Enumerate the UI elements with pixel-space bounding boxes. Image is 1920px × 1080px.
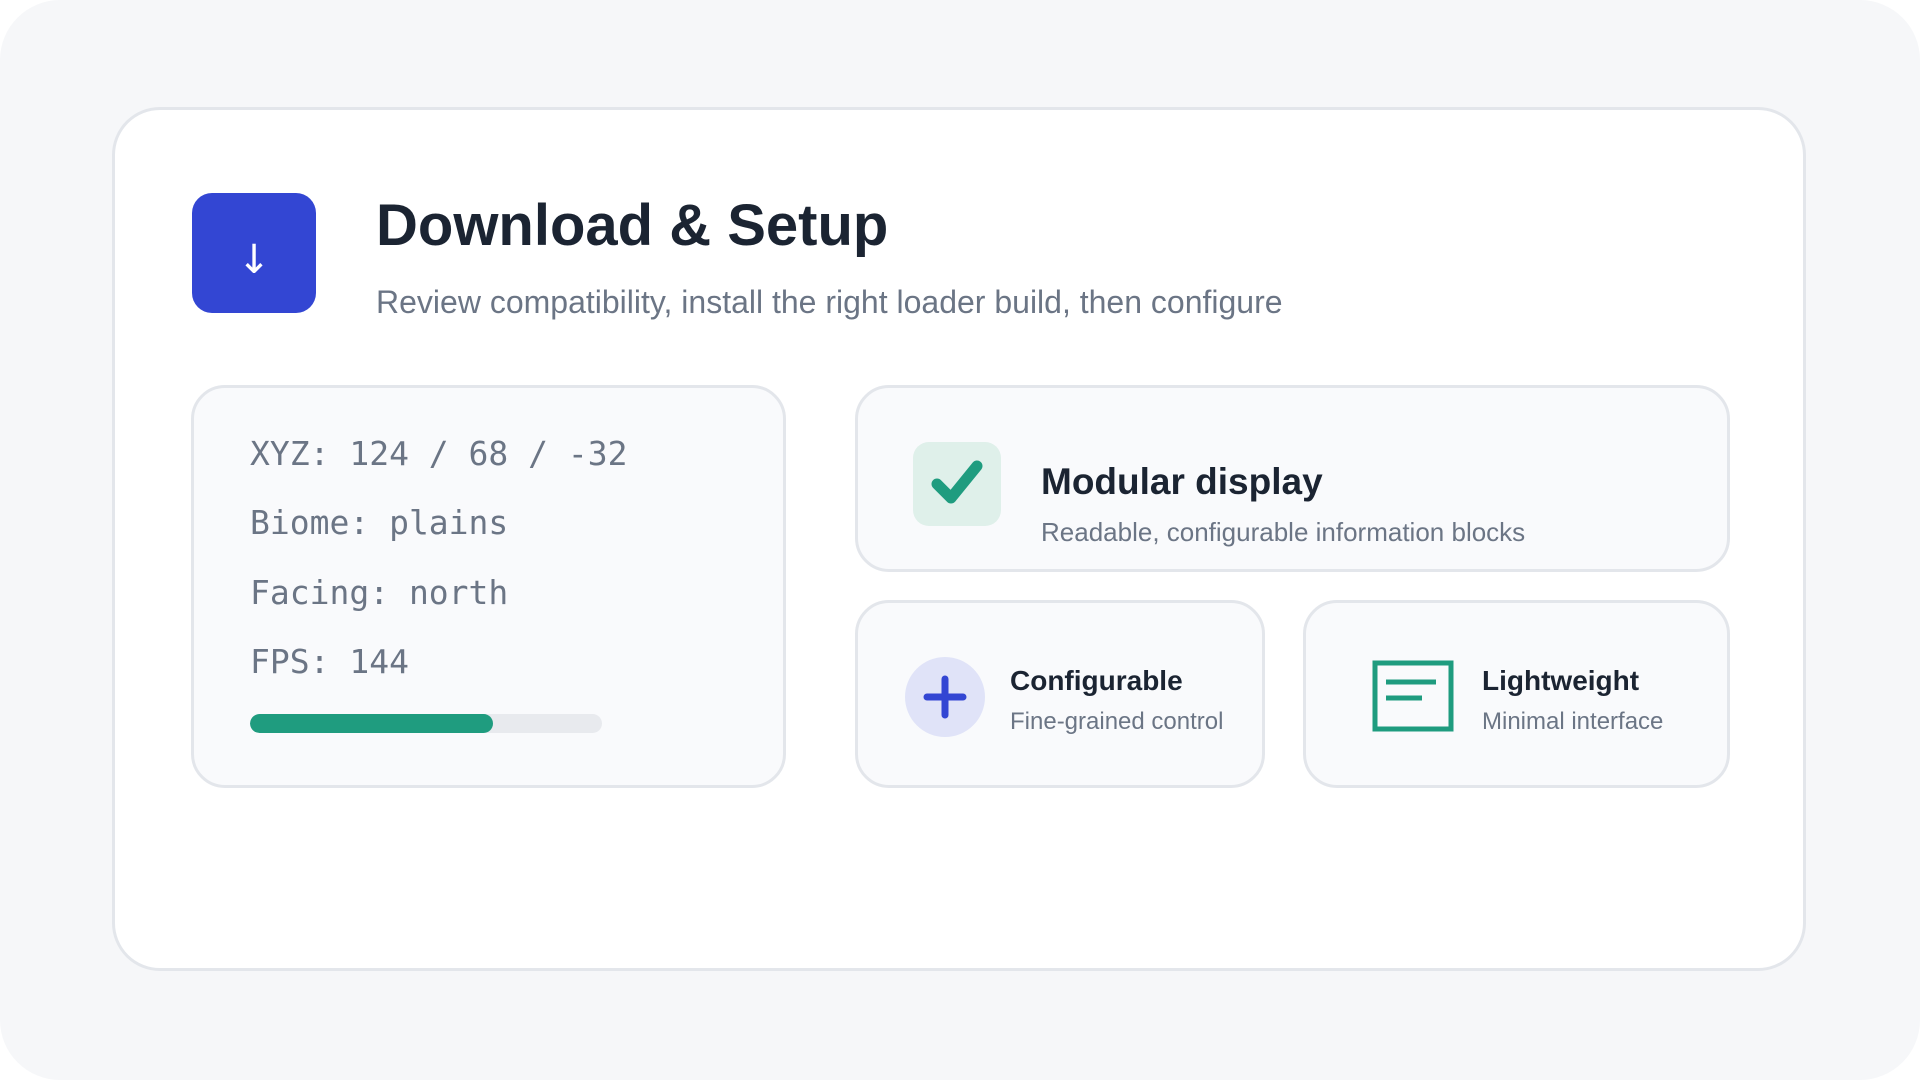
stat-biome: Biome: plains [250, 503, 509, 542]
feature-desc-lightweight: Minimal interface [1482, 708, 1664, 735]
debug-stats-panel: XYZ: 124 / 68 / -32 Biome: plains Facing… [191, 385, 786, 788]
stat-fps: FPS: 144 [250, 642, 409, 681]
download-arrow-glyph: ↓ [237, 237, 271, 283]
checkmark-icon [913, 442, 1001, 526]
feature-title-lightweight: Lightweight [1482, 665, 1640, 696]
page-title: Download & Setup [376, 193, 889, 258]
stat-coordinates: XYZ: 124 / 68 / -32 [250, 434, 628, 473]
download-arrow-icon: ↓ [192, 193, 316, 313]
document-lines-icon [1372, 660, 1454, 732]
feature-card-modular: Modular display Readable, configurable i… [855, 385, 1730, 572]
feature-desc-modular: Readable, configurable information block… [1041, 517, 1526, 547]
feature-card-lightweight: Lightweight Minimal interface [1303, 600, 1730, 788]
plus-icon [905, 657, 985, 737]
feature-desc-configurable: Fine-grained control [1010, 708, 1224, 735]
feature-card-configurable: Configurable Fine-grained control [855, 600, 1265, 788]
progress-bar-fill [250, 714, 493, 733]
stat-facing: Facing: north [250, 573, 509, 612]
feature-title-modular: Modular display [1041, 461, 1323, 502]
page-subtitle: Review compatibility, install the right … [376, 284, 1283, 320]
progress-bar [250, 714, 602, 733]
feature-title-configurable: Configurable [1010, 665, 1183, 696]
